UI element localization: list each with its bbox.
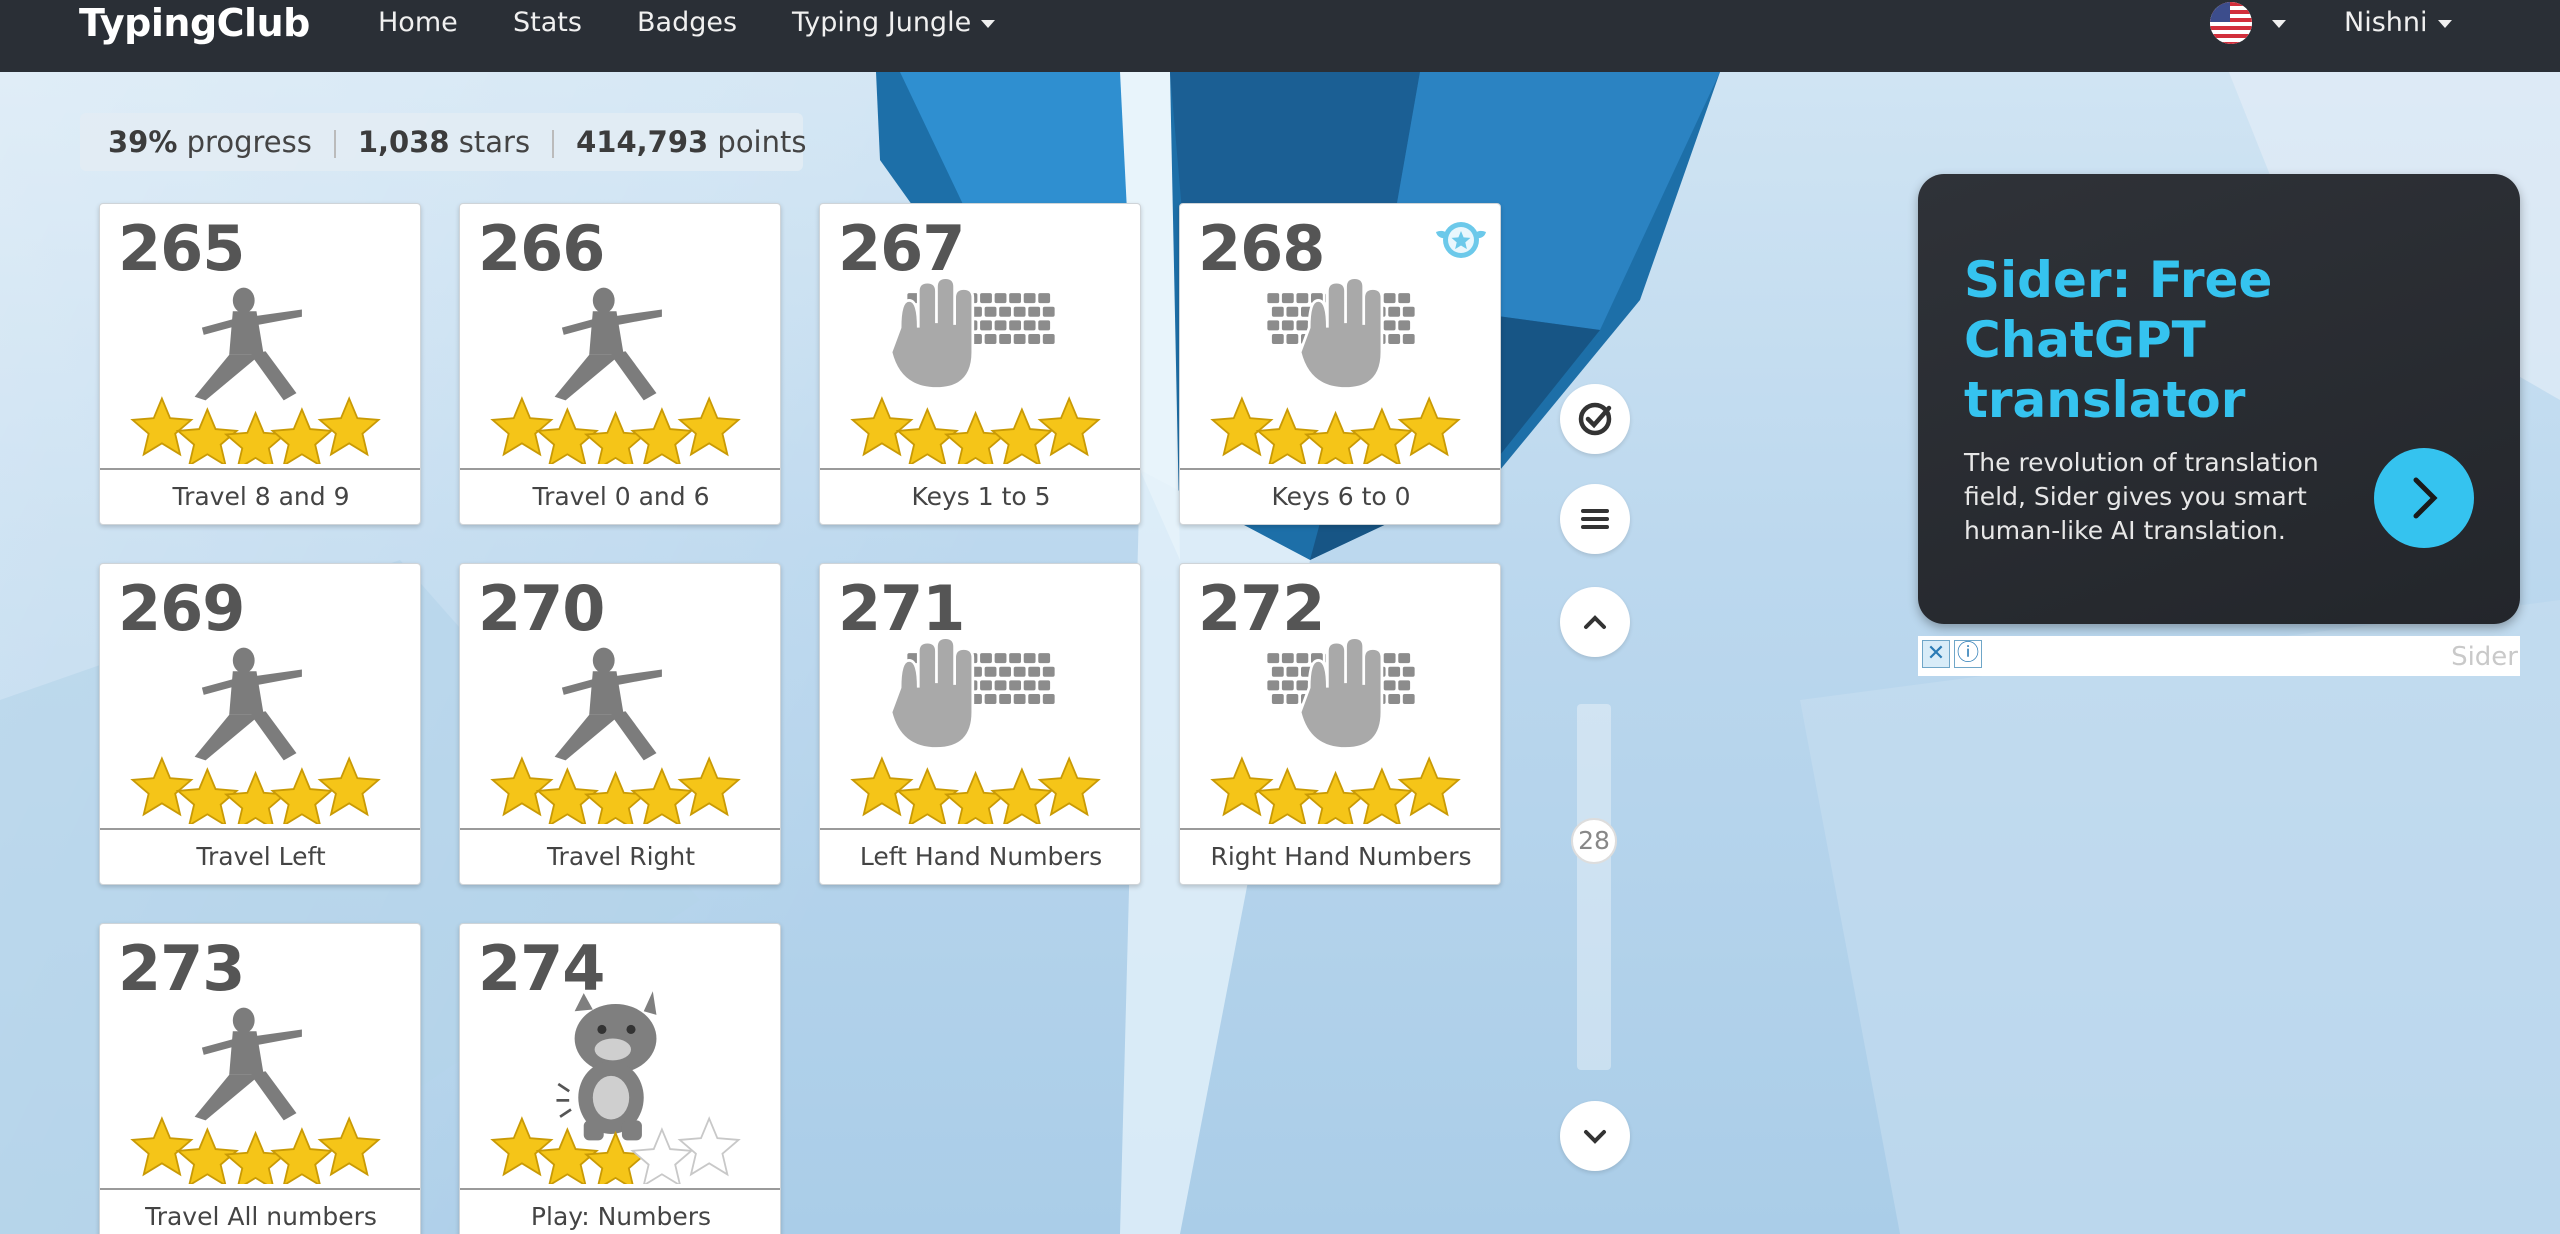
nav-typing-jungle[interactable]: Typing Jungle [792, 0, 996, 46]
menu-button[interactable] [1560, 484, 1630, 554]
ad-banner[interactable]: Sider: Free ChatGPT translator The revol… [1918, 174, 2520, 624]
keyboard-right-hand-icon [1210, 276, 1461, 464]
language-chevron-icon[interactable] [2272, 20, 2286, 28]
lesson-card[interactable]: 270 Travel Right [459, 563, 781, 885]
scroll-up-button[interactable] [1560, 587, 1630, 657]
keyboard-left-hand-icon [850, 276, 1101, 464]
menu-icon [1581, 509, 1609, 529]
chevron-down-icon [2437, 19, 2452, 28]
ad-brand: Sider [2451, 642, 2518, 672]
keyboard-right-hand-icon [1210, 636, 1461, 824]
lesson-card[interactable]: 266 Travel 0 and 6 [459, 203, 781, 525]
us-flag-icon[interactable] [2210, 2, 2252, 44]
lesson-card[interactable]: 271 Left Hand Numbers [819, 563, 1141, 885]
check-circle-icon [1578, 402, 1612, 436]
chevron-down-icon [981, 19, 996, 28]
stars-label: stars [458, 125, 531, 159]
lesson-card[interactable]: 267 Keys 1 to 5 [819, 203, 1141, 525]
progress-percent: 39% [108, 125, 178, 159]
nav-stats[interactable]: Stats [513, 0, 582, 46]
ad-close-icon[interactable]: ✕ [1922, 640, 1950, 668]
yoga-pose-icon [490, 287, 741, 464]
check-circle-button[interactable] [1560, 384, 1630, 454]
lesson-label: Right Hand Numbers [1180, 828, 1500, 884]
top-nav: TypingClub Home Stats Badges Typing Jung… [0, 0, 2560, 72]
points-count: 414,793 [576, 125, 709, 159]
progress-summary: 39% progress 1,038 stars 414,793 points [80, 113, 807, 171]
lesson-label: Play: Numbers [460, 1188, 780, 1234]
lesson-label: Left Hand Numbers [820, 828, 1140, 884]
lesson-label: Keys 6 to 0 [1180, 468, 1500, 524]
divider [552, 130, 555, 158]
nav-home[interactable]: Home [378, 0, 458, 46]
ad-title: Sider: Free ChatGPT translator [1964, 251, 2273, 429]
nav-typing-jungle-label: Typing Jungle [792, 7, 972, 38]
yoga-pose-icon [130, 1007, 381, 1184]
user-name: Nishni [2344, 7, 2428, 38]
divider [333, 130, 336, 158]
lesson-label: Travel 0 and 6 [460, 468, 780, 524]
lesson-card[interactable]: 268 Keys 6 to 0 [1179, 203, 1501, 525]
ad-info-icon[interactable]: ⓘ [1954, 640, 1982, 668]
nav-badges[interactable]: Badges [637, 0, 737, 46]
stars-count: 1,038 [357, 125, 450, 159]
chevron-up-icon [1584, 615, 1606, 629]
yoga-pose-icon [490, 647, 741, 824]
lesson-card[interactable]: 265 Travel 8 and 9 [99, 203, 421, 525]
lesson-label: Travel Left [100, 828, 420, 884]
logo[interactable]: TypingClub [79, 0, 310, 46]
lesson-card[interactable]: 269 Travel Left [99, 563, 421, 885]
ad-footer: ✕ ⓘ Sider [1918, 636, 2520, 676]
chevron-right-icon [2413, 477, 2438, 519]
lesson-label: Travel Right [460, 828, 780, 884]
lesson-label: Keys 1 to 5 [820, 468, 1140, 524]
ad-arrow-button[interactable] [2374, 448, 2474, 548]
progress-label: progress [186, 125, 312, 159]
yoga-pose-icon [130, 287, 381, 464]
chevron-down-icon [1584, 1130, 1606, 1144]
scroll-track[interactable] [1577, 704, 1611, 1070]
lesson-card[interactable]: 274 Play: Numbers [459, 923, 781, 1234]
lesson-card[interactable]: 273 Travel All numbers [99, 923, 421, 1234]
keyboard-left-hand-icon [850, 636, 1101, 824]
star-badge-icon [1436, 222, 1486, 258]
user-menu[interactable]: Nishni [2344, 0, 2452, 46]
scroll-down-button[interactable] [1560, 1101, 1630, 1171]
lesson-card[interactable]: 272 Right Hand Numbers [1179, 563, 1501, 885]
yoga-pose-icon [130, 647, 381, 824]
scroll-thumb[interactable]: 28 [1571, 818, 1617, 864]
monster-game-icon [490, 991, 741, 1184]
lesson-label: Travel 8 and 9 [100, 468, 420, 524]
lesson-label: Travel All numbers [100, 1188, 420, 1234]
ad-body: The revolution of translation field, Sid… [1964, 448, 2319, 545]
points-label: points [717, 125, 807, 159]
